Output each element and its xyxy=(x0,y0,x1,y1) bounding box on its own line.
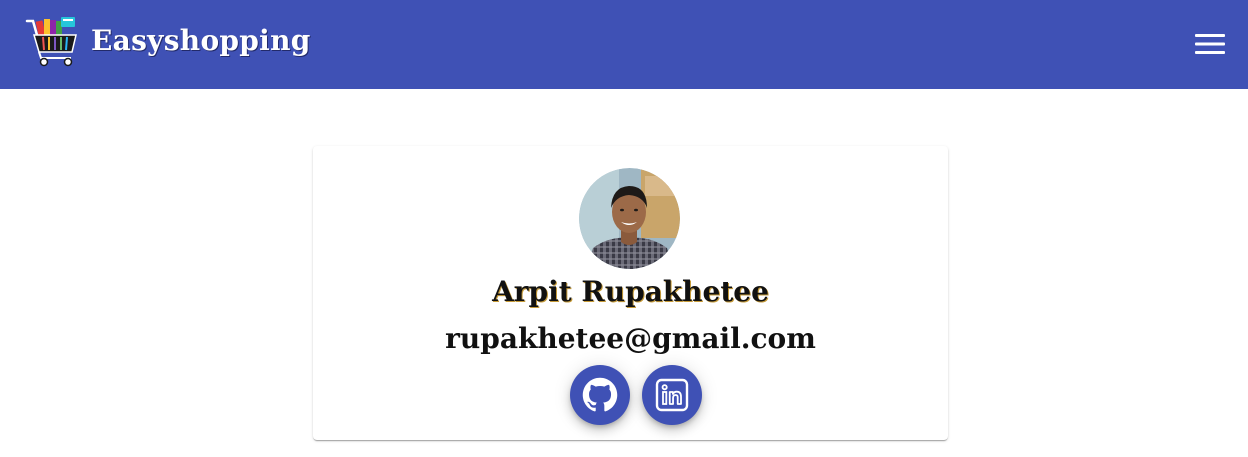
profile-card: Arpit Rupakhetee rupakhetee@gmail.com xyxy=(313,146,948,440)
linkedin-button[interactable] xyxy=(642,365,702,425)
avatar xyxy=(579,168,680,269)
menu-button[interactable] xyxy=(1192,26,1228,62)
github-icon xyxy=(582,377,618,412)
linkedin-icon xyxy=(655,378,689,412)
github-button[interactable] xyxy=(570,365,630,425)
app-title: Easyshopping xyxy=(91,24,311,57)
shopping-cart-icon xyxy=(25,17,77,67)
brand-home-link[interactable]: Easyshopping xyxy=(25,15,311,67)
profile-email: rupakhetee@gmail.com xyxy=(445,322,816,355)
profile-name: Arpit Rupakhetee xyxy=(492,275,769,308)
hamburger-menu-icon xyxy=(1195,34,1225,54)
app-bar: Easyshopping xyxy=(0,0,1248,89)
